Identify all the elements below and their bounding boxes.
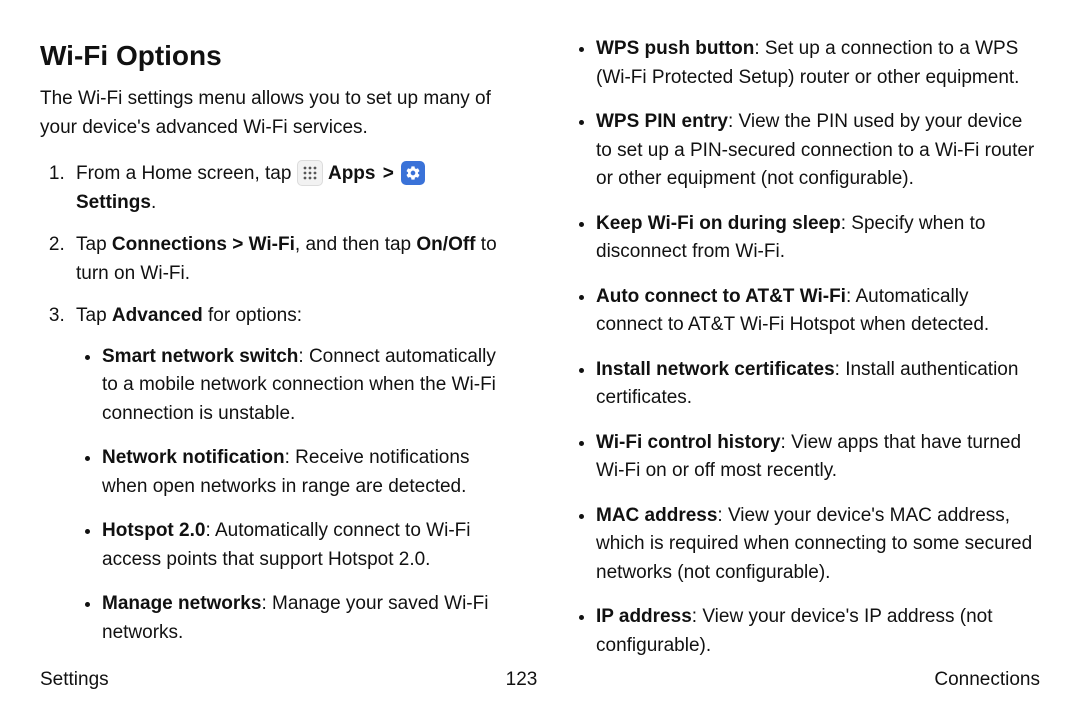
step-3: Tap Advanced for options: Smart network … [70, 302, 510, 647]
apps-icon [297, 160, 323, 186]
step1-suffix: . [151, 192, 156, 213]
two-column-layout: Wi-Fi Options The Wi-Fi settings menu al… [40, 35, 1040, 676]
list-item: WPS PIN entry: View the PIN used by your… [596, 108, 1040, 194]
page-number: 123 [506, 666, 538, 695]
options-list-right: WPS push button: Set up a connection to … [570, 35, 1040, 660]
list-item: WPS push button: Set up a connection to … [596, 35, 1040, 92]
option-label: WPS PIN entry [596, 111, 728, 132]
option-label: Smart network switch [102, 346, 298, 367]
list-item: Network notification: Receive notificati… [102, 444, 510, 501]
settings-label: Settings [76, 192, 151, 213]
option-label: Hotspot 2.0 [102, 520, 205, 541]
list-item: Manage networks: Manage your saved Wi-Fi… [102, 590, 510, 647]
option-label: Keep Wi-Fi on during sleep [596, 213, 841, 234]
right-column: WPS push button: Set up a connection to … [570, 35, 1040, 676]
step-1: From a Home screen, tap Apps > [70, 160, 510, 217]
list-item: Install network certificates: Install au… [596, 356, 1040, 413]
option-label: Auto connect to AT&T Wi-Fi [596, 286, 846, 307]
step2-connections: Connections [112, 234, 227, 255]
option-label: IP address [596, 606, 692, 627]
left-column: Wi-Fi Options The Wi-Fi settings menu al… [40, 35, 510, 676]
step2-t1: Tap [76, 234, 112, 255]
option-label: Wi-Fi control history [596, 432, 781, 453]
page-title: Wi-Fi Options [40, 35, 510, 77]
step1-prefix: From a Home screen, tap [76, 163, 297, 184]
footer-right: Connections [934, 666, 1040, 695]
list-item: Keep Wi-Fi on during sleep: Specify when… [596, 210, 1040, 267]
option-label: Manage networks [102, 593, 261, 614]
list-item: Smart network switch: Connect automatica… [102, 343, 510, 429]
step3-t1: Tap [76, 305, 112, 326]
step3-advanced: Advanced [112, 305, 203, 326]
page-footer: Settings 123 Connections [40, 666, 1040, 695]
steps-list: From a Home screen, tap Apps > [40, 160, 510, 647]
list-item: IP address: View your device's IP addres… [596, 603, 1040, 660]
step3-t2: for options: [203, 305, 302, 326]
options-list-left: Smart network switch: Connect automatica… [76, 343, 510, 648]
settings-icon [401, 161, 425, 185]
document-page: Wi-Fi Options The Wi-Fi settings menu al… [0, 0, 1080, 720]
option-label: MAC address [596, 505, 717, 526]
step2-onoff: On/Off [416, 234, 475, 255]
step2-wifi: Wi-Fi [249, 234, 295, 255]
apps-label: Apps [328, 163, 376, 184]
step2-t2: , and then tap [295, 234, 417, 255]
footer-left: Settings [40, 666, 109, 695]
option-label: WPS push button [596, 38, 754, 59]
step-2: Tap Connections > Wi-Fi, and then tap On… [70, 231, 510, 288]
list-item: Auto connect to AT&T Wi-Fi: Automaticall… [596, 283, 1040, 340]
option-label: Install network certificates [596, 359, 835, 380]
list-item: Hotspot 2.0: Automatically connect to Wi… [102, 517, 510, 574]
step2-sep: > [227, 234, 249, 255]
list-item: Wi-Fi control history: View apps that ha… [596, 429, 1040, 486]
chevron-right-icon: > [381, 163, 396, 184]
intro-paragraph: The Wi-Fi settings menu allows you to se… [40, 85, 510, 142]
list-item: MAC address: View your device's MAC addr… [596, 502, 1040, 588]
option-label: Network notification [102, 447, 285, 468]
